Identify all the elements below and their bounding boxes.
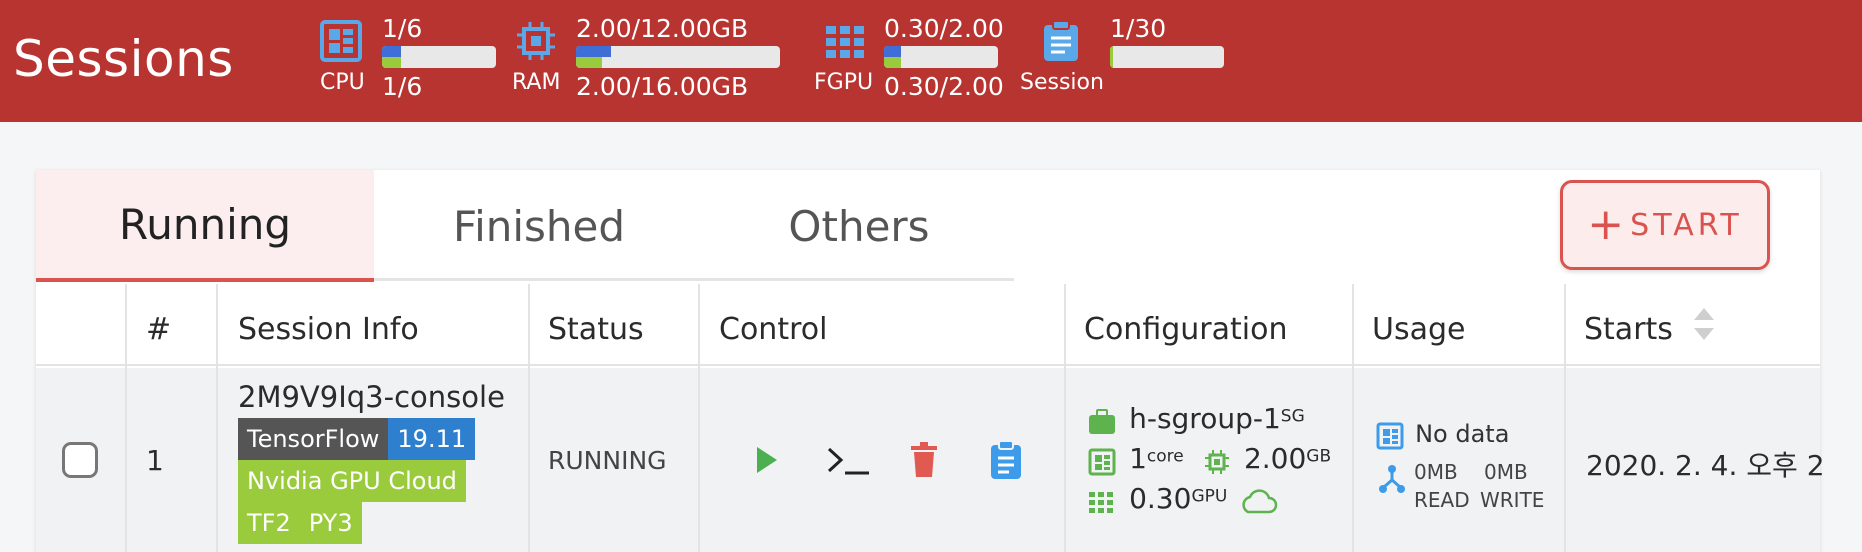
io-read-value: 0MB xyxy=(1414,460,1458,484)
config-gpu-unit: GPU xyxy=(1191,486,1228,507)
tab-others[interactable]: Others xyxy=(704,170,1014,282)
column-header-starts[interactable]: Starts xyxy=(1584,312,1673,347)
row-index: 1 xyxy=(146,444,164,477)
cpu-value-top: 1/6 xyxy=(382,14,423,43)
trash-icon[interactable] xyxy=(904,440,944,480)
session-label: Session xyxy=(1020,70,1104,95)
app-header: Sessions CPU 1/6 1/6 RAM 2.00/12.00GB 2.… xyxy=(0,0,1862,122)
image-tags: TensorFlow 19.11 Nvidia GPU Cloud TF2 PY3 xyxy=(238,418,498,544)
column-header-index: # xyxy=(146,312,172,347)
usage-text: No data xyxy=(1415,420,1510,448)
column-divider xyxy=(698,284,700,552)
play-icon[interactable] xyxy=(746,440,786,480)
ram-label: RAM xyxy=(512,70,561,95)
sort-icon[interactable] xyxy=(1692,306,1716,346)
session-usage-bar xyxy=(1110,46,1224,68)
cloud-icon xyxy=(1238,488,1278,520)
tag-framework: TensorFlow xyxy=(238,418,389,460)
cpu-resource: CPU 1/6 1/6 xyxy=(316,0,506,122)
column-header-usage: Usage xyxy=(1372,312,1466,347)
config-group-name: h-sgroup-1 xyxy=(1129,402,1281,435)
gpu-small-icon xyxy=(1088,490,1118,518)
cpu-usage-bar xyxy=(382,46,496,68)
page-title: Sessions xyxy=(13,30,234,88)
mem-small-icon xyxy=(1203,448,1233,480)
tag-vendor: Nvidia GPU Cloud xyxy=(238,460,466,502)
gpu-grid-icon xyxy=(822,18,868,64)
tag-version: 19.11 xyxy=(388,418,476,460)
fgpu-usage-bar xyxy=(884,46,998,68)
clipboard-log-icon[interactable] xyxy=(986,440,1026,480)
config-gpu: 0.30GPU xyxy=(1088,482,1278,520)
fgpu-fill-bottom xyxy=(884,57,902,68)
ram-chip-icon xyxy=(513,18,559,64)
fgpu-fill-top xyxy=(884,46,902,57)
fgpu-resource: FGPU 0.30/2.00 0.30/2.00 xyxy=(812,0,1012,122)
tag-tf: TF2 xyxy=(238,502,300,544)
ram-value-bottom: 2.00/16.00GB xyxy=(576,72,749,101)
row-select-checkbox[interactable] xyxy=(62,442,98,478)
config-cpu-mem: 1core 2.00GB xyxy=(1088,442,1331,480)
session-start-time: 2020. 2. 4. 오후 2 xyxy=(1586,449,1825,482)
io-read-label: READ xyxy=(1414,488,1470,512)
cpu-usage-icon xyxy=(1376,422,1406,454)
fgpu-label: FGPU xyxy=(814,70,874,95)
column-divider xyxy=(1064,284,1066,552)
cpu-fill-top xyxy=(382,46,402,57)
fgpu-value-bottom: 0.30/2.00 xyxy=(884,72,1004,101)
column-header-configuration: Configuration xyxy=(1084,312,1288,347)
session-value-top: 1/30 xyxy=(1110,14,1167,43)
fgpu-value-top: 0.30/2.00 xyxy=(884,14,1004,43)
column-header-session-info: Session Info xyxy=(238,312,419,347)
io-icon xyxy=(1378,464,1406,498)
ram-value-top: 2.00/12.00GB xyxy=(576,14,749,43)
tag-py: PY3 xyxy=(299,502,362,544)
column-divider xyxy=(528,284,530,552)
ram-fill-bottom xyxy=(576,57,602,68)
config-cpu-value: 1 xyxy=(1129,442,1147,475)
cpu-fill-bottom xyxy=(382,57,402,68)
terminal-icon[interactable] xyxy=(818,440,878,480)
config-mem-unit: GB xyxy=(1306,446,1332,467)
ram-resource: RAM 2.00/12.00GB 2.00/16.00GB xyxy=(510,0,790,122)
session-resource: Session 1/30 xyxy=(1020,0,1230,122)
session-name: 2M9V9Iq3-console xyxy=(238,380,505,414)
tab-running[interactable]: Running xyxy=(36,170,374,282)
table-row: 1 2M9V9Iq3-console TensorFlow 19.11 Nvid… xyxy=(36,368,1825,552)
column-header-status: Status xyxy=(548,312,644,347)
ram-usage-bar xyxy=(576,46,780,68)
config-gpu-value: 0.30 xyxy=(1129,482,1192,515)
column-divider xyxy=(216,284,218,552)
sessions-panel: Running Finished Others + START # Sessio… xyxy=(36,170,1825,552)
tab-finished[interactable]: Finished xyxy=(374,170,704,282)
config-cpu-unit: core xyxy=(1146,446,1184,467)
table-header: # Session Info Status Control Configurat… xyxy=(36,284,1820,366)
usage-no-data: No data xyxy=(1376,420,1509,454)
config-mem-value: 2.00 xyxy=(1243,442,1307,475)
session-status: RUNNING xyxy=(548,446,667,475)
session-fill-bottom xyxy=(1110,46,1114,68)
column-divider xyxy=(1564,284,1566,552)
plus-icon: + xyxy=(1587,199,1625,250)
start-session-button[interactable]: + START xyxy=(1560,180,1770,270)
clipboard-icon xyxy=(1038,18,1084,64)
column-divider xyxy=(1352,284,1354,552)
briefcase-icon xyxy=(1088,408,1118,439)
column-header-control: Control xyxy=(719,312,828,347)
cpu-small-icon xyxy=(1088,448,1118,480)
start-button-label: START xyxy=(1630,207,1743,243)
io-write-value: 0MB xyxy=(1484,460,1528,484)
cpu-value-bottom: 1/6 xyxy=(382,72,423,101)
config-group-suffix: SG xyxy=(1280,406,1305,427)
column-divider xyxy=(125,284,127,552)
tab-underline xyxy=(374,278,1014,281)
config-group: h-sgroup-1SG xyxy=(1088,402,1305,439)
cpu-label: CPU xyxy=(320,70,365,95)
cpu-icon xyxy=(318,18,364,64)
io-write-label: WRITE xyxy=(1480,488,1545,512)
ram-fill-top xyxy=(576,46,611,57)
